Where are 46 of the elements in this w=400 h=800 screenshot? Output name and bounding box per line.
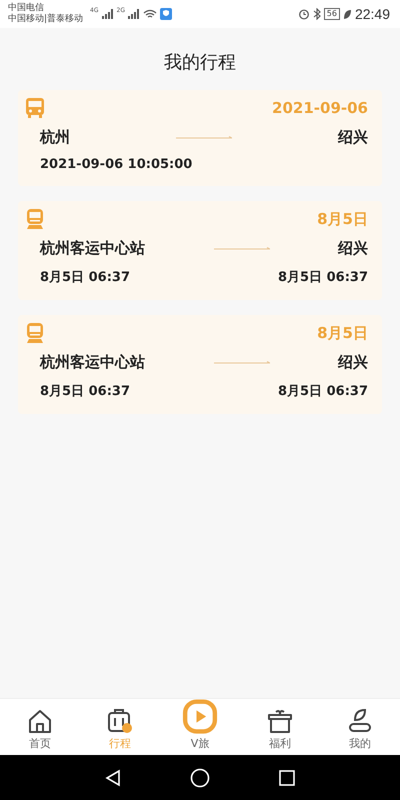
alarm-icon [298, 8, 310, 20]
arrival-city: 绍兴 [338, 353, 368, 372]
departure-city: 杭州客运中心站 [40, 239, 145, 258]
tab-item[interactable]: 首页 [0, 699, 80, 755]
home-icon [27, 708, 53, 734]
shield-icon [160, 8, 172, 20]
departure-time: 2021-09-06 10:05:00 [40, 157, 192, 172]
recents-icon[interactable] [278, 768, 296, 786]
user-icon [347, 708, 373, 734]
arrival-time: 8月5日 06:37 [278, 269, 368, 286]
carrier-name: 中国电信 [8, 3, 45, 14]
trip-date: 8月5日 [317, 210, 368, 228]
departure-city: 杭州客运中心站 [40, 353, 145, 372]
luggage-icon [106, 708, 134, 734]
page-title: 我的行程 [163, 51, 237, 75]
tab-item[interactable]: V旅 [160, 699, 240, 755]
train-icon [26, 209, 44, 229]
battery-icon: 56 [324, 8, 340, 20]
arrival-city: 绍兴 [338, 128, 368, 147]
trip-date: 2021-09-06 [272, 99, 368, 117]
bluetooth-icon [312, 8, 321, 20]
trip-card[interactable]: 8月5日 杭州客运中心站 绍兴 8月5日 06:37 8月5日 06:37 [18, 201, 382, 300]
departure-time: 8月5日 06:37 [40, 269, 130, 286]
tab-item[interactable]: 我的 [320, 699, 400, 755]
home-button-icon[interactable] [190, 768, 210, 788]
trip-date: 8月5日 [317, 324, 368, 342]
trip-card[interactable]: 2021-09-06 杭州 绍兴 2021-09-06 10:05:00 [18, 90, 382, 186]
bus-icon [26, 98, 44, 118]
status-time: 22:49 [354, 6, 390, 22]
arrow-line [214, 246, 270, 250]
trip-card[interactable]: 8月5日 杭州客运中心站 绍兴 8月5日 06:37 8月5日 06:37 [18, 315, 382, 414]
leaf-icon [342, 8, 352, 20]
back-icon[interactable] [104, 768, 122, 786]
wifi-icon [142, 9, 157, 19]
arrival-time: 8月5日 06:37 [278, 383, 368, 400]
signal-icon [128, 9, 140, 19]
signal-icon [102, 9, 114, 19]
carrier-name: 中国移动|普泰移动 [8, 14, 84, 25]
train-icon [26, 323, 44, 343]
arrow-line [214, 360, 270, 364]
gift-icon [267, 708, 293, 734]
arrival-city: 绍兴 [338, 239, 368, 258]
departure-city: 杭州 [40, 128, 70, 147]
departure-time: 8月5日 06:37 [40, 383, 130, 400]
tab-item[interactable]: 福利 [240, 699, 320, 755]
arrow-line [176, 136, 232, 140]
